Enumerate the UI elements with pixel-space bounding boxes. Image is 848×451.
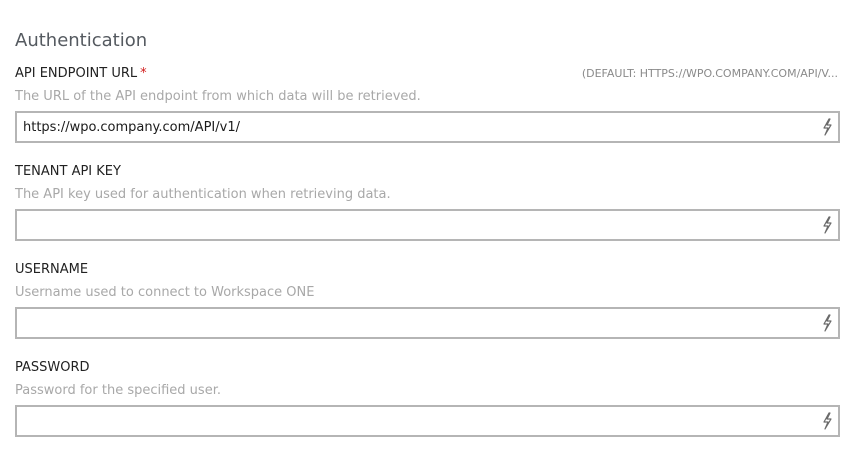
lightning-bolt-icon[interactable] [821,216,833,234]
api-endpoint-url-field: API ENDPOINT URL * (DEFAULT: HTTPS://WPO.… [15,66,840,162]
field-description: Username used to connect to Workspace ON… [15,285,315,300]
username-input[interactable] [17,309,813,337]
tenant-api-key-field: TENANT API KEY The API key used for auth… [15,164,840,260]
password-field: PASSWORD Password for the specified user… [15,360,840,451]
api-endpoint-url-input-box [15,111,840,143]
field-label: PASSWORD [15,360,90,375]
field-description: Password for the specified user. [15,383,221,398]
field-label: TENANT API KEY [15,164,121,179]
api-endpoint-url-input[interactable] [17,113,813,141]
field-label: API ENDPOINT URL * [15,66,147,81]
password-input-box [15,405,840,437]
section-title: Authentication [15,30,148,51]
lightning-bolt-icon[interactable] [821,118,833,136]
field-label: USERNAME [15,262,89,277]
field-description: The API key used for authentication when… [15,187,391,202]
field-label-text: API ENDPOINT URL [15,66,138,81]
required-mark: * [140,66,147,81]
field-description: The URL of the API endpoint from which d… [15,89,421,104]
field-label-row: API ENDPOINT URL * (DEFAULT: HTTPS://WPO.… [15,66,840,84]
username-input-box [15,307,840,339]
field-label-row: TENANT API KEY [15,164,840,182]
tenant-api-key-input[interactable] [17,211,813,239]
authentication-settings-panel: Authentication API ENDPOINT URL * (DEFAUL… [0,0,848,451]
default-value-hint: (DEFAULT: HTTPS://WPO.COMPANY.COM/API/V.… [581,67,838,80]
lightning-bolt-icon[interactable] [821,314,833,332]
lightning-bolt-icon[interactable] [821,412,833,430]
password-input[interactable] [17,407,813,435]
field-label-row: USERNAME [15,262,840,280]
username-field: USERNAME Username used to connect to Wor… [15,262,840,358]
tenant-api-key-input-box [15,209,840,241]
field-label-row: PASSWORD [15,360,840,378]
